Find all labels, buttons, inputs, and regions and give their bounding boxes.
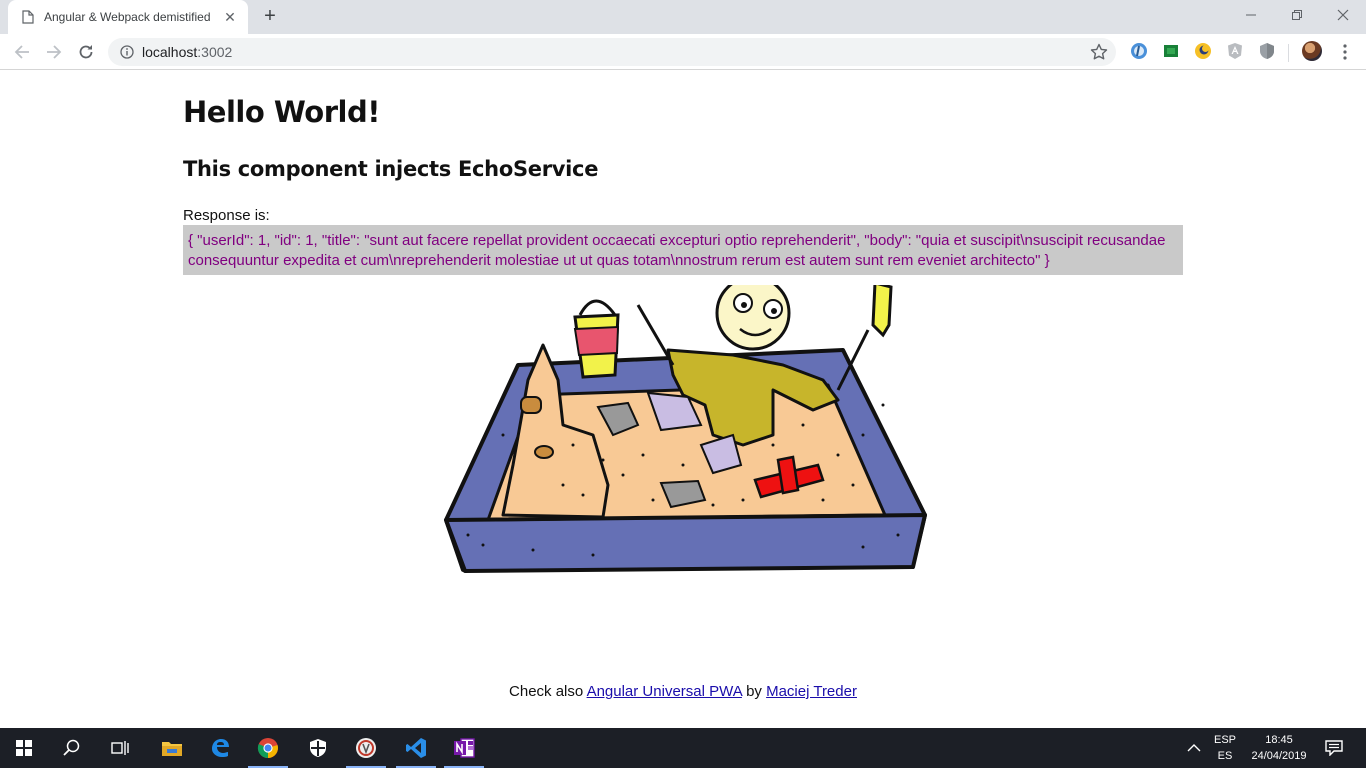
tab-title: Angular & Webpack demistified (44, 10, 211, 24)
lang-top: ESP (1213, 734, 1236, 746)
tab-strip: Angular & Webpack demistified ✕ + (0, 0, 1366, 34)
component-heading: This component injects EchoService (183, 157, 599, 181)
action-center-button[interactable] (1310, 728, 1358, 768)
minimize-icon (1246, 14, 1256, 16)
edge-button[interactable] (196, 728, 244, 768)
footer-middle: by (741, 683, 767, 700)
lang-bottom: ES (1217, 750, 1233, 762)
page-icon (22, 10, 34, 24)
clock[interactable]: 18:45 24/04/2019 (1246, 732, 1312, 764)
footer-prefix: Check also (509, 683, 587, 700)
star-icon[interactable] (1090, 43, 1108, 61)
language-indicator[interactable]: ESP ES (1210, 732, 1240, 764)
notification-icon (1325, 740, 1343, 756)
close-icon (1337, 9, 1349, 21)
address-bar[interactable]: localhost:3002 (108, 38, 1116, 66)
clock-date: 24/04/2019 (1251, 750, 1307, 762)
chevron-up-icon[interactable] (1187, 743, 1201, 753)
footer: Check also Angular Universal PWA by Maci… (0, 683, 1366, 700)
task-view-button[interactable] (96, 728, 144, 768)
taskbar: ESP ES 18:45 24/04/2019 (0, 728, 1366, 768)
extension-icon-3[interactable] (1194, 42, 1212, 60)
forward-button[interactable] (42, 40, 66, 64)
response-label: Response is: (183, 207, 270, 224)
extension-icon-4[interactable] (1226, 42, 1244, 60)
minimize-button[interactable] (1228, 0, 1274, 30)
start-button[interactable] (0, 728, 48, 768)
app-button[interactable] (342, 728, 390, 768)
defender-icon (310, 739, 326, 757)
reload-button[interactable] (74, 40, 98, 64)
task-view-icon (111, 741, 129, 755)
info-icon (120, 45, 134, 59)
extension-icon-2[interactable] (1162, 42, 1180, 60)
extension-icon-1[interactable] (1130, 42, 1148, 60)
onenote-button[interactable] (440, 728, 488, 768)
back-arrow-icon (14, 45, 29, 59)
windows-start-icon (16, 740, 32, 756)
forward-arrow-icon (47, 45, 62, 59)
search-icon (63, 739, 80, 756)
browser-tab[interactable]: Angular & Webpack demistified ✕ (8, 0, 248, 34)
avatar[interactable] (1302, 41, 1322, 61)
url-port: :3002 (197, 44, 233, 60)
angular-universal-pwa-link[interactable]: Angular Universal PWA (587, 683, 742, 700)
sandbox-illustration (444, 285, 927, 573)
reload-icon (79, 45, 93, 59)
chrome-icon (257, 738, 278, 759)
page-title: Hello World! (183, 95, 380, 129)
close-icon[interactable]: ✕ (222, 9, 238, 25)
back-button[interactable] (10, 40, 34, 64)
extension-icon-5[interactable] (1258, 42, 1276, 60)
clock-time: 18:45 (1265, 734, 1293, 746)
browser-toolbar: localhost:3002 (0, 34, 1366, 70)
edge-icon (212, 739, 229, 757)
window-close-button[interactable] (1320, 0, 1366, 30)
restore-icon (1292, 10, 1302, 20)
search-button[interactable] (48, 728, 96, 768)
app-icon (356, 738, 376, 758)
file-explorer-icon (162, 742, 182, 756)
menu-dots-icon[interactable] (1340, 43, 1350, 61)
vscode-icon (406, 738, 426, 758)
toolbar-divider (1288, 44, 1289, 62)
maciej-treder-link[interactable]: Maciej Treder (766, 683, 857, 700)
url-host: localhost (142, 44, 198, 60)
vscode-button[interactable] (392, 728, 440, 768)
restore-button[interactable] (1274, 0, 1320, 30)
plus-icon: + (264, 5, 276, 27)
onenote-icon (454, 738, 475, 758)
new-tab-button[interactable]: + (258, 6, 282, 28)
web-page: Hello World! This component injects Echo… (0, 71, 1366, 728)
response-json: { "userId": 1, "id": 1, "title": "sunt a… (183, 225, 1183, 275)
file-explorer-button[interactable] (148, 728, 196, 768)
defender-button[interactable] (294, 728, 342, 768)
chrome-button[interactable] (244, 728, 292, 768)
